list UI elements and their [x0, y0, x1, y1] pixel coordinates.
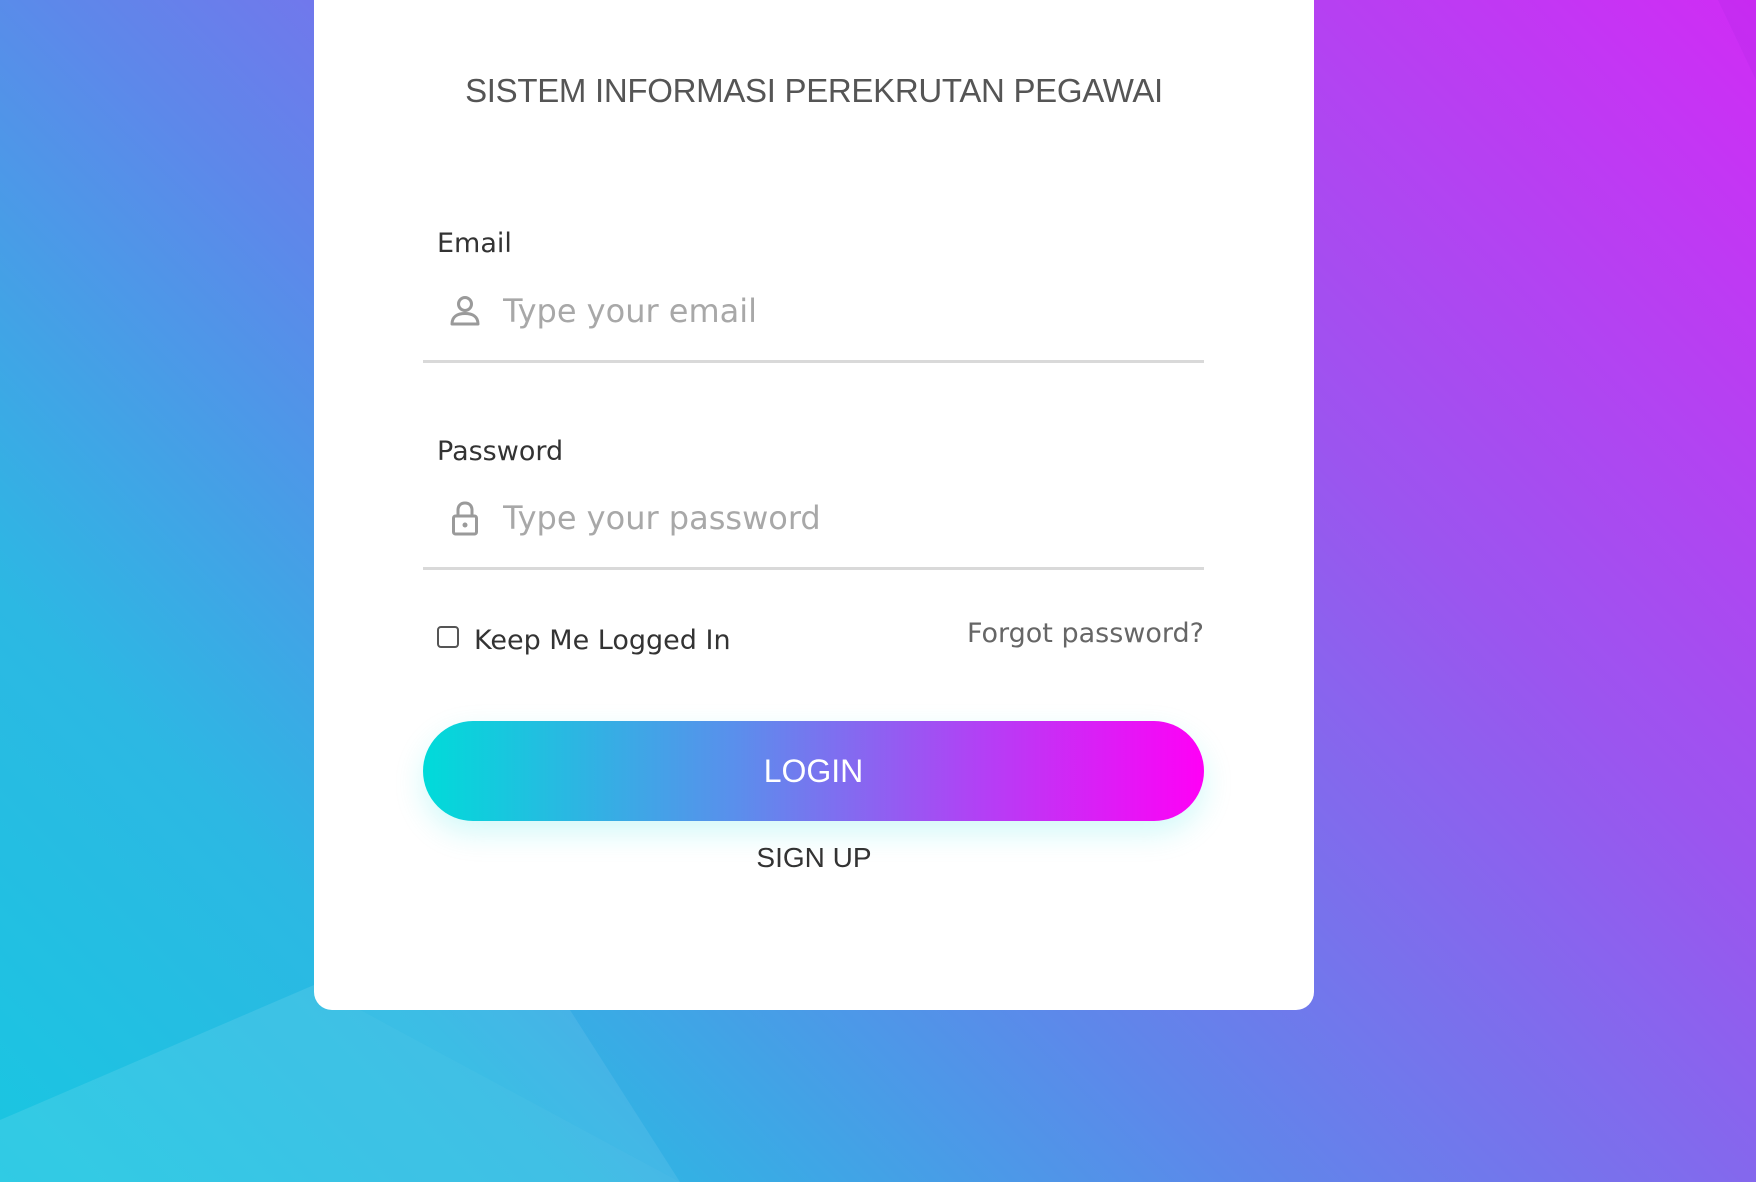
password-input[interactable]	[503, 484, 1183, 552]
email-label: Email	[437, 228, 512, 259]
email-field[interactable]	[423, 273, 1204, 363]
page-title: SISTEM INFORMASI PEREKRUTAN PEGAWAI	[465, 72, 1163, 109]
email-input[interactable]	[503, 277, 1183, 345]
remember-checkbox[interactable]	[437, 626, 459, 648]
lock-icon	[445, 498, 485, 538]
remember-me[interactable]: Keep Me Logged In	[437, 620, 731, 660]
forgot-password-link[interactable]: Forgot password?	[967, 618, 1204, 649]
login-button[interactable]: LOGIN	[423, 721, 1204, 821]
password-label: Password	[437, 436, 564, 467]
remember-label: Keep Me Logged In	[474, 624, 731, 656]
login-card: SISTEM INFORMASI PEREKRUTAN PEGAWAI Emai…	[314, 0, 1314, 1010]
user-icon	[445, 291, 485, 331]
signup-link[interactable]: SIGN UP	[314, 842, 1314, 874]
password-field[interactable]	[423, 480, 1204, 570]
